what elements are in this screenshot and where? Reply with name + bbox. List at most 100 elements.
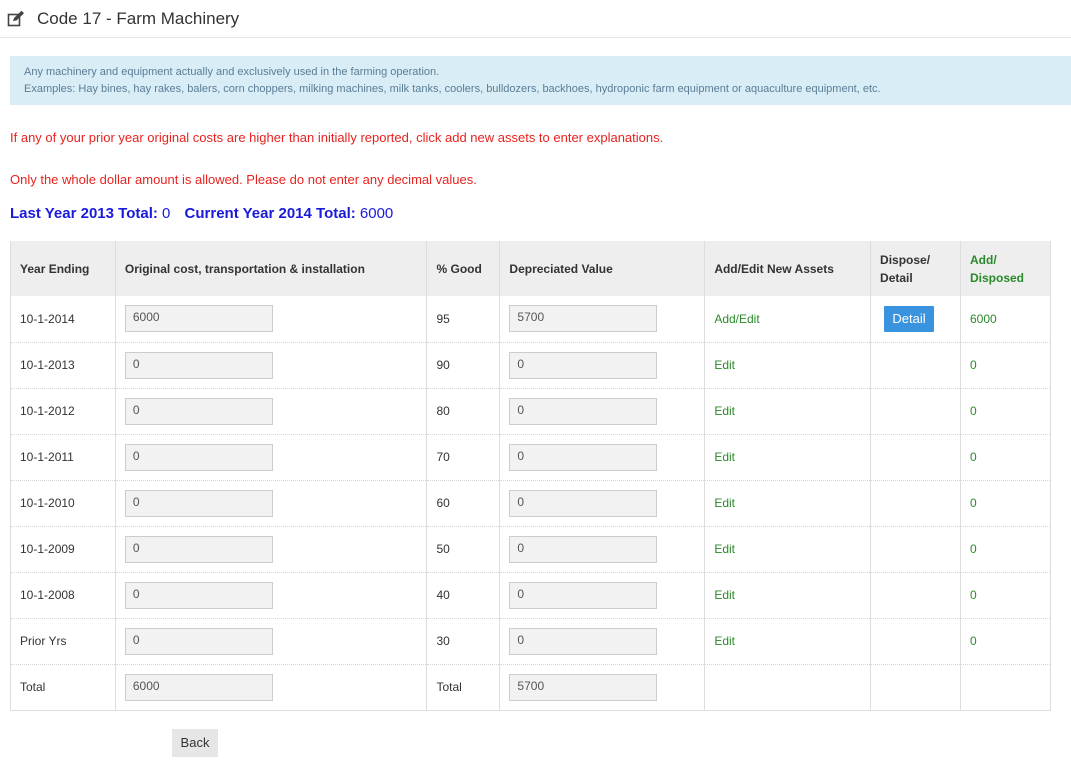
year-ending-cell: 10-1-2012	[10, 387, 116, 434]
cost-cell: 0	[114, 525, 428, 572]
page-title: Code 17 - Farm Machinery	[37, 8, 240, 28]
added-disposed-cell: 0	[960, 525, 1051, 572]
original-cost-input[interactable]: 0	[124, 397, 273, 425]
add-edit-link[interactable]: Add/Edit	[714, 312, 759, 326]
added-disposed-cell: 0	[960, 387, 1051, 434]
add-edit-cell: Edit	[704, 479, 872, 526]
col-dispose-detail: Dispose/Detail	[870, 241, 961, 296]
original-cost-input[interactable]: 0	[124, 489, 273, 517]
edit-link[interactable]: Edit	[714, 542, 735, 556]
year-ending-cell: 10-1-2014	[10, 296, 116, 342]
depr-cell: 0	[499, 387, 706, 434]
total-cost-field: 6000	[124, 673, 273, 701]
added-disposed-cell: 0	[960, 433, 1051, 480]
percent-good-cell: 50	[426, 525, 501, 572]
cost-cell: 6000	[114, 296, 428, 342]
percent-good-cell: 80	[426, 387, 501, 434]
original-cost-input[interactable]: 0	[124, 535, 273, 563]
add-edit-cell: Edit	[704, 571, 872, 618]
prior-costs-warning: If any of your prior year original costs…	[10, 130, 664, 145]
year-ending-cell: 10-1-2008	[10, 571, 116, 618]
cost-cell: 0	[114, 479, 428, 526]
depr-cell: 5700	[499, 296, 706, 342]
added-disposed-cell: 0	[960, 617, 1051, 664]
original-cost-input[interactable]: 6000	[124, 305, 273, 333]
percent-good-cell: 95	[426, 296, 501, 342]
table-row: 10-1-2013 0 90 0 Edit 0	[10, 341, 1051, 388]
col-add-edit: Add/Edit New Assets	[704, 241, 872, 296]
cost-cell: 0	[114, 341, 428, 388]
col-percent-good: % Good	[426, 241, 501, 296]
depr-cell: 0	[499, 525, 706, 572]
table-row: 10-1-2012 0 80 0 Edit 0	[10, 387, 1051, 434]
table-row: 10-1-2014 6000 95 5700 Add/Edit Detail 6…	[10, 296, 1051, 342]
original-cost-input[interactable]: 0	[124, 627, 273, 655]
depreciated-value-field: 0	[509, 535, 658, 563]
table-row: 10-1-2011 0 70 0 Edit 0	[10, 433, 1051, 480]
year-ending-cell: 10-1-2010	[10, 479, 116, 526]
add-edit-cell: Edit	[704, 387, 872, 434]
total-label: Total	[10, 663, 116, 711]
dispose-cell	[870, 341, 961, 388]
depreciated-value-field: 0	[509, 443, 658, 471]
col-depreciated-value: Depreciated Value	[499, 241, 706, 296]
dispose-cell	[870, 617, 961, 664]
info-description: Any machinery and equipment actually and…	[24, 66, 440, 78]
edit-link[interactable]: Edit	[714, 358, 735, 372]
depr-cell: 0	[499, 617, 706, 664]
percent-good-cell: 60	[426, 479, 501, 526]
original-cost-input[interactable]: 0	[124, 443, 273, 471]
info-examples: Examples: Hay bines, hay rakes, balers, …	[24, 83, 881, 95]
depr-cell: 0	[499, 433, 706, 480]
detail-button[interactable]: Detail	[884, 305, 935, 332]
depreciated-value-field: 0	[509, 397, 658, 425]
last-year-total-value: 0	[162, 205, 171, 222]
current-year-total-label: Current Year 2014 Total:	[184, 205, 356, 222]
total-good-label: Total	[426, 663, 501, 711]
col-year-ending: Year Ending	[10, 241, 116, 296]
back-button[interactable]: Back	[172, 729, 218, 757]
table-header-row: Year Ending Original cost, transportatio…	[10, 241, 1051, 296]
add-edit-cell: Add/Edit	[704, 296, 872, 342]
total-row: Total 6000 Total 5700	[10, 663, 1051, 711]
depreciated-value-field: 0	[509, 627, 658, 655]
table-row: Prior Yrs 0 30 0 Edit 0	[10, 617, 1051, 664]
total-add-edit-cell	[704, 663, 872, 711]
add-edit-cell: Edit	[704, 433, 872, 480]
col-added-disposed-line2: Disposed	[970, 270, 1025, 285]
last-year-total-label: Last Year 2013 Total:	[10, 205, 158, 222]
total-depr-cell: 5700	[499, 663, 706, 711]
total-added-cell	[960, 663, 1051, 711]
year-ending-cell: 10-1-2011	[10, 433, 116, 480]
add-edit-cell: Edit	[704, 525, 872, 572]
added-disposed-cell: 0	[960, 341, 1051, 388]
depreciated-value-field: 5700	[509, 305, 658, 333]
original-cost-input[interactable]: 0	[124, 351, 273, 379]
dispose-cell	[870, 571, 961, 618]
col-original-cost: Original cost, transportation & installa…	[114, 241, 428, 296]
percent-good-cell: 70	[426, 433, 501, 480]
depreciated-value-field: 0	[509, 351, 658, 379]
depr-cell: 0	[499, 341, 706, 388]
table-row: 10-1-2008 0 40 0 Edit 0	[10, 571, 1051, 618]
year-ending-cell: 10-1-2013	[10, 341, 116, 388]
edit-link[interactable]: Edit	[714, 496, 735, 510]
assets-table: Year Ending Original cost, transportatio…	[10, 241, 1051, 711]
year-ending-cell: Prior Yrs	[10, 617, 116, 664]
dispose-cell: Detail	[870, 296, 961, 342]
edit-link[interactable]: Edit	[714, 450, 735, 464]
added-disposed-cell: 0	[960, 571, 1051, 618]
year-totals: Last Year 2013 Total: 0 Current Year 201…	[10, 205, 393, 222]
percent-good-cell: 90	[426, 341, 501, 388]
total-cost-cell: 6000	[114, 663, 428, 711]
info-box: Any machinery and equipment actually and…	[10, 56, 1071, 105]
page-header: Code 17 - Farm Machinery	[0, 0, 1071, 38]
added-disposed-cell: 0	[960, 479, 1051, 526]
original-cost-input[interactable]: 0	[124, 581, 273, 609]
edit-link[interactable]: Edit	[714, 634, 735, 648]
edit-link[interactable]: Edit	[714, 404, 735, 418]
cost-cell: 0	[114, 617, 428, 664]
col-added-disposed: Add/Disposed	[960, 241, 1051, 296]
edit-link[interactable]: Edit	[714, 588, 735, 602]
col-added-disposed-line1: Add/	[970, 252, 997, 267]
